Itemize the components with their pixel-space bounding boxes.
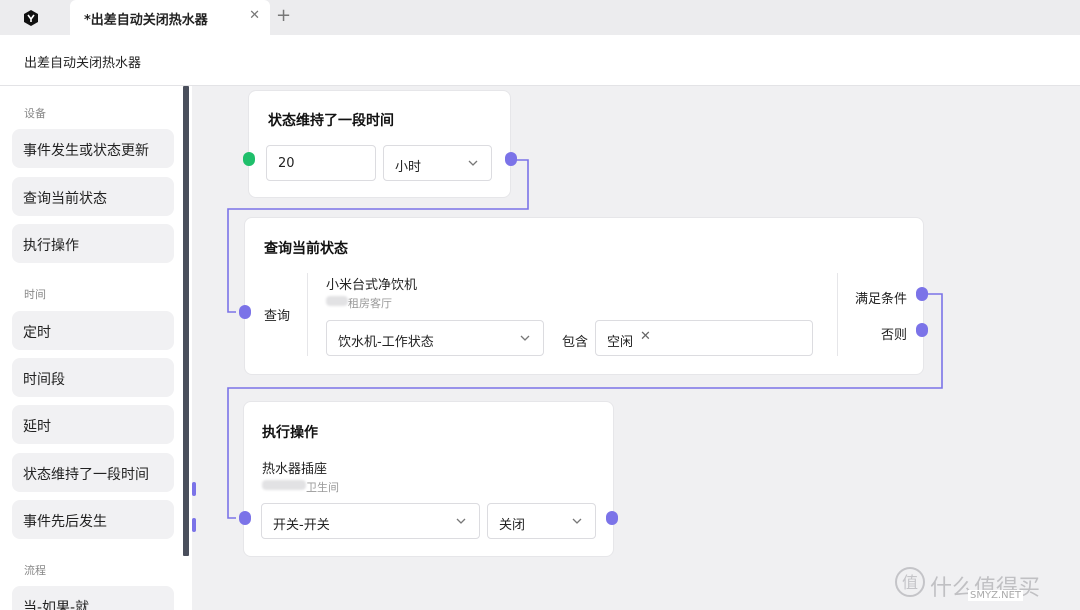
output-port-false[interactable] [916, 323, 928, 337]
tab-title: *出差自动关闭热水器 [84, 13, 208, 28]
query-operator: 包含 [562, 335, 589, 350]
action-value: 关闭 [499, 518, 526, 533]
tag-remove-icon[interactable]: ✕ [640, 329, 651, 344]
sidebar-item-time-range[interactable]: 时间段 [12, 358, 174, 397]
action-property: 开关-开关 [273, 518, 330, 533]
sidebar-item-schedule[interactable]: 定时 [12, 311, 174, 350]
duration-value: 20 [278, 156, 295, 171]
chevron-down-icon [572, 518, 582, 524]
blurred-text [262, 480, 306, 490]
output-port[interactable] [606, 511, 618, 525]
query-property-select[interactable]: 饮水机-工作状态 [326, 320, 544, 356]
node-title: 执行操作 [262, 425, 318, 441]
watermark: 值 什么值得买 SMYZ.NET [890, 564, 1070, 604]
left-edge-handle[interactable] [192, 482, 196, 496]
chevron-down-icon [520, 335, 530, 341]
query-device-name: 小米台式净饮机 [326, 278, 418, 293]
query-value-tags[interactable]: 空闲 ✕ [595, 320, 813, 356]
chevron-down-icon [468, 160, 478, 166]
node-title: 查询当前状态 [264, 241, 348, 257]
query-device-room: 租房客厅 [348, 297, 392, 310]
action-property-select[interactable]: 开关-开关 [261, 503, 480, 539]
sidebar: 设备 事件发生或状态更新 查询当前状态 执行操作 时间 定时 时间段 延时 状态… [0, 86, 192, 610]
sidebar-item-event[interactable]: 事件发生或状态更新 [12, 129, 174, 168]
duration-unit: 小时 [395, 160, 422, 175]
start-port[interactable] [243, 152, 255, 166]
sidebar-item-when-if-then[interactable]: 当-如果-就 [12, 586, 174, 610]
input-port[interactable] [239, 511, 251, 525]
page-title: 出差自动关闭热水器 [24, 56, 142, 71]
sidebar-item-delay[interactable]: 延时 [12, 405, 174, 444]
add-tab-icon[interactable]: + [276, 5, 291, 26]
query-tag: 空闲 [607, 335, 634, 350]
query-property: 饮水机-工作状态 [338, 335, 434, 350]
section-label-time: 时间 [24, 288, 46, 301]
output-true-label: 满足条件 [855, 292, 908, 307]
action-device-name: 热水器插座 [262, 462, 328, 477]
node-title: 状态维持了一段时间 [268, 113, 394, 129]
tab-active[interactable]: *出差自动关闭热水器 ✕ [70, 0, 270, 35]
node-action[interactable]: 执行操作 热水器插座 卫生间 开关-开关 关闭 [243, 401, 614, 557]
duration-value-input[interactable]: 20 [266, 145, 376, 181]
output-port[interactable] [505, 152, 517, 166]
tab-close-icon[interactable]: ✕ [249, 8, 260, 23]
svg-text:值: 值 [902, 573, 918, 592]
watermark-logo-icon: 值 [895, 567, 925, 597]
sidebar-item-query[interactable]: 查询当前状态 [12, 177, 174, 216]
output-false-label: 否则 [881, 328, 908, 343]
input-port[interactable] [239, 305, 251, 319]
output-port-true[interactable] [916, 287, 928, 301]
watermark-sub: SMYZ.NET [968, 590, 1024, 601]
duration-unit-select[interactable]: 小时 [383, 145, 492, 181]
page-header: 出差自动关闭热水器 [0, 35, 1080, 86]
blurred-text [326, 296, 348, 306]
left-edge-handle[interactable] [192, 518, 196, 532]
action-value-select[interactable]: 关闭 [487, 503, 596, 539]
section-label-device: 设备 [24, 107, 46, 120]
section-label-flow: 流程 [24, 564, 46, 577]
sidebar-scrollbar[interactable] [183, 86, 189, 556]
sidebar-item-action[interactable]: 执行操作 [12, 224, 174, 263]
action-device-room: 卫生间 [306, 481, 339, 494]
flow-canvas[interactable]: 状态维持了一段时间 20 小时 查询当前状态 查询 小米台式净饮机 租房客厅 饮… [192, 86, 1080, 610]
node-query[interactable]: 查询当前状态 查询 小米台式净饮机 租房客厅 饮水机-工作状态 包含 空闲 ✕ … [244, 217, 924, 375]
chevron-down-icon [456, 518, 466, 524]
sidebar-item-duration[interactable]: 状态维持了一段时间 [12, 453, 174, 492]
sidebar-item-sequence[interactable]: 事件先后发生 [12, 500, 174, 539]
app-logo-icon[interactable] [22, 9, 40, 27]
divider [307, 273, 308, 356]
query-input-label: 查询 [264, 309, 291, 324]
node-duration[interactable]: 状态维持了一段时间 20 小时 [248, 90, 511, 198]
tab-bar: *出差自动关闭热水器 ✕ + [0, 0, 1080, 35]
divider [837, 273, 838, 356]
